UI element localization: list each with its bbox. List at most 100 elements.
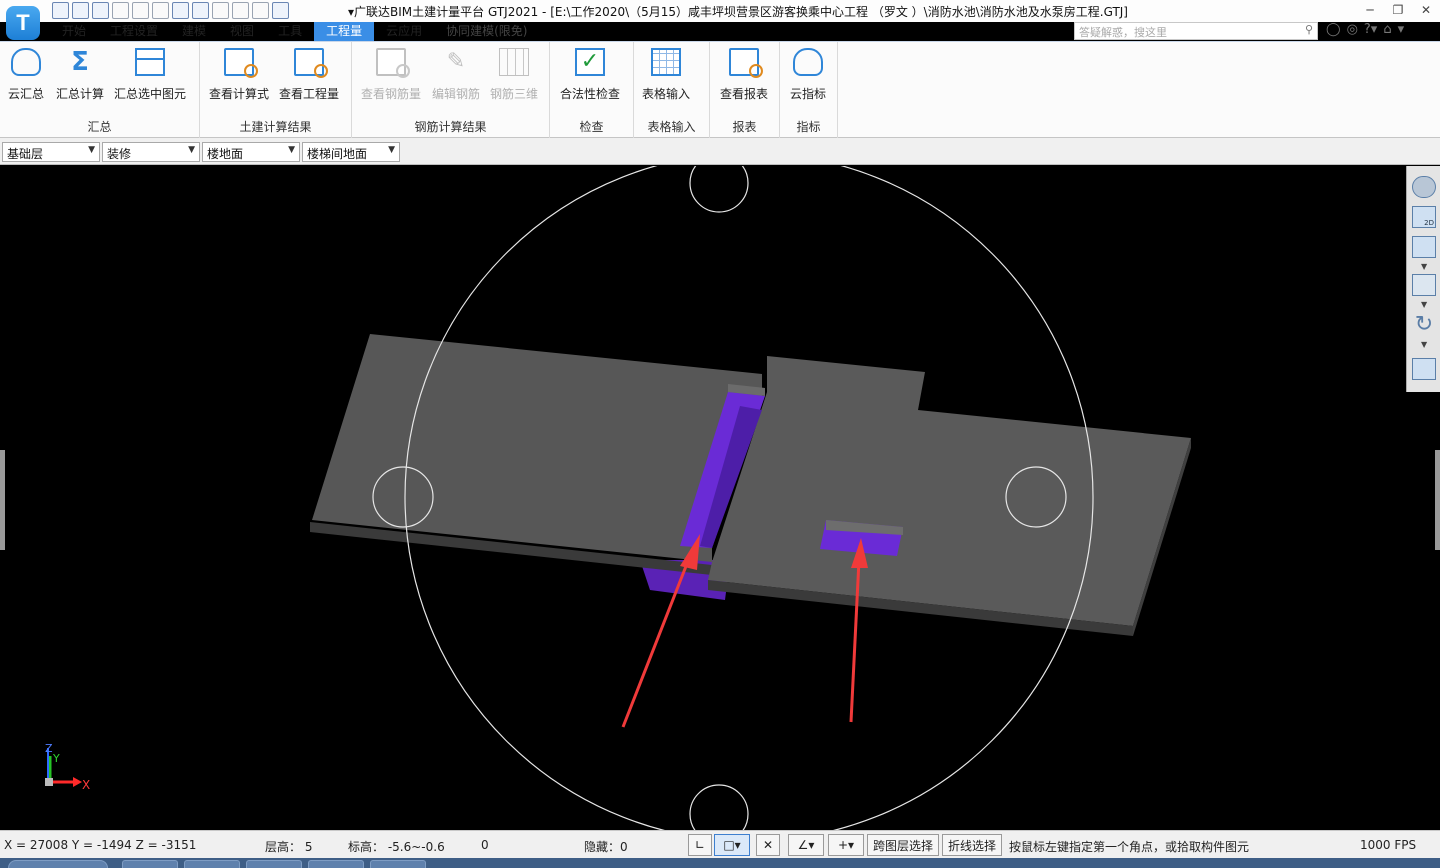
view-formula-label: 查看计算式 <box>209 87 270 101</box>
redo-icon[interactable] <box>132 2 149 19</box>
chevron-down-icon[interactable]: ▼ <box>1421 300 1427 309</box>
chevron-down-icon[interactable]: ▼ <box>1421 262 1427 271</box>
user-tools: ◯ ◎ ?▾ ⌂ ▾ <box>1326 22 1404 37</box>
category-select[interactable]: 装修 ▼ <box>102 142 200 162</box>
more-icon[interactable]: ▾ <box>1398 22 1405 37</box>
group-label-table-input: 表格输入 <box>647 120 696 134</box>
3d-viewport[interactable]: Z Y X 2D ▼ ▼ ↻ ▼ <box>0 166 1440 830</box>
search-icon[interactable]: ⚲ <box>1305 23 1313 36</box>
view-formula-button[interactable]: 查看计算式 <box>209 48 269 102</box>
tab-modeling[interactable]: 建模 <box>170 22 218 41</box>
view-quantity-button[interactable]: 查看工程量 <box>279 48 339 102</box>
layer-panel-icon[interactable] <box>1412 358 1436 380</box>
sigma-icon: Σ <box>71 47 89 77</box>
status-bar: X = 27008 Y = -1494 Z = -3151 层高： 5 标高： … <box>0 830 1440 858</box>
select-mode-icon[interactable]: □▾ <box>714 834 750 856</box>
model-canvas[interactable]: Z Y X <box>0 166 1440 830</box>
validity-check-button[interactable]: ✓ 合法性检查 <box>560 48 620 102</box>
group-label-civil-results: 土建计算结果 <box>239 120 312 134</box>
tab-start[interactable]: 开始 <box>50 22 98 41</box>
taskbar-app[interactable] <box>122 860 178 868</box>
table-input-button[interactable]: 表格输入 <box>642 48 690 102</box>
instance-select-value: 楼梯间地面 <box>307 147 368 161</box>
3d-view-icon[interactable] <box>1412 236 1436 258</box>
tab-view[interactable]: 视图 <box>218 22 266 41</box>
edit-rebar-button[interactable]: ✎ 编辑钢筋 <box>432 48 480 102</box>
chevron-down-icon: ▼ <box>388 145 395 155</box>
orbit-handle-bottom[interactable] <box>689 784 749 830</box>
user-avatar-icon[interactable]: ◯ <box>1326 22 1341 37</box>
chevron-down-icon[interactable]: ▼ <box>1421 340 1427 349</box>
group-label-index: 指标 <box>796 120 821 134</box>
tab-cloud-apps[interactable]: 云应用 <box>374 22 434 41</box>
report-quick-icon[interactable] <box>272 2 289 19</box>
rebar3d-quick-icon[interactable] <box>252 2 269 19</box>
tab-tools[interactable]: 工具 <box>266 22 314 41</box>
floor-select[interactable]: 基础层 ▼ <box>2 142 100 162</box>
angle-snap-icon[interactable]: ∠▾ <box>788 834 824 856</box>
ribbon-group-check: ✓ 合法性检查 检查 <box>550 42 634 138</box>
axis-x-arrowhead <box>73 777 82 787</box>
taskbar-app[interactable] <box>246 860 302 868</box>
summary-calc-button[interactable]: Σ 汇总计算 <box>56 48 104 102</box>
edit-quick-icon[interactable] <box>232 2 249 19</box>
group-label-rebar-results: 钢筋计算结果 <box>414 120 487 134</box>
help-search-placeholder: 答疑解惑，搜这里 <box>1079 26 1167 39</box>
support-icon[interactable]: ◎ <box>1347 22 1358 37</box>
sum-icon[interactable] <box>152 2 169 19</box>
view-report-label: 查看报表 <box>720 87 769 101</box>
rotate-icon[interactable]: ↻ <box>1412 314 1436 336</box>
cloud-index-button[interactable]: 云指标 <box>790 48 826 102</box>
open-folder-icon[interactable] <box>72 2 89 19</box>
rebar-quick-icon[interactable] <box>212 2 229 19</box>
group-label-summary: 汇总 <box>87 120 112 134</box>
save-icon[interactable] <box>92 2 109 19</box>
cross-layer-select-button[interactable]: 跨图层选择 <box>867 834 940 856</box>
snap-mode-icon[interactable]: +▾ <box>828 834 864 856</box>
box-view-icon[interactable] <box>1412 274 1436 296</box>
elevation: 标高： -5.6~-0.6 <box>348 840 445 854</box>
validity-check-label: 合法性检查 <box>560 87 621 101</box>
table-input-label: 表格输入 <box>642 87 691 101</box>
view-calc-icon[interactable] <box>172 2 189 19</box>
tab-collaborative-modeling[interactable]: 协同建模(限免) <box>434 22 539 41</box>
restore-button[interactable]: ❐ <box>1384 0 1412 20</box>
2d-view-icon[interactable]: 2D <box>1412 206 1436 228</box>
polyline-select-button[interactable]: 折线选择 <box>942 834 1003 856</box>
tab-project-settings[interactable]: 工程设置 <box>98 22 170 41</box>
view-quantity-icon[interactable] <box>192 2 209 19</box>
taskbar-app[interactable] <box>184 860 240 868</box>
view-rebar-quantity-button[interactable]: 查看钢筋量 <box>361 48 421 102</box>
cross-select-icon[interactable]: ✕ <box>756 834 780 856</box>
taskbar-app[interactable] <box>370 860 426 868</box>
help-search-input[interactable]: 答疑解惑，搜这里 ⚲ <box>1074 22 1318 40</box>
tab-quantities[interactable]: 工程量 <box>314 22 375 41</box>
rebar-3d-button[interactable]: 钢筋三维 <box>490 48 538 102</box>
app-logo-icon[interactable]: T <box>6 6 40 40</box>
close-button[interactable]: ✕ <box>1412 0 1440 20</box>
taskbar-app[interactable] <box>308 860 364 868</box>
orbit-sphere-icon[interactable] <box>1412 176 1436 198</box>
cloud-summary-button[interactable]: 云汇总 <box>8 48 44 102</box>
start-button[interactable] <box>8 860 108 868</box>
main-menu: 开始 工程设置 建模 视图 工具 工程量 云应用 协同建模(限免) <box>0 22 1070 41</box>
component-select[interactable]: 楼地面 ▼ <box>202 142 300 162</box>
undo-icon[interactable] <box>112 2 129 19</box>
ortho-icon[interactable]: ∟ <box>688 834 712 856</box>
component-select-value: 楼地面 <box>207 147 244 161</box>
right-slab-top[interactable] <box>708 356 1191 626</box>
view-toolbar: 2D ▼ ▼ ↻ ▼ <box>1406 166 1440 392</box>
left-panel-toggle[interactable] <box>0 450 5 550</box>
new-file-icon[interactable] <box>52 2 69 19</box>
axis-x-label: X <box>82 778 90 792</box>
minimize-button[interactable]: ─ <box>1356 0 1384 20</box>
help-icon[interactable]: ?▾ <box>1364 22 1377 37</box>
summary-selected-button[interactable]: 汇总选中图元 <box>114 48 186 102</box>
right-panel-toggle[interactable] <box>1435 450 1440 550</box>
pin-icon[interactable]: ⌂ <box>1383 22 1391 37</box>
instance-select[interactable]: 楼梯间地面 ▼ <box>302 142 400 162</box>
orbit-handle-top[interactable] <box>689 166 749 213</box>
view-report-button[interactable]: 查看报表 <box>720 48 768 102</box>
cloud-index-icon <box>793 48 823 76</box>
floor-height: 层高： 5 <box>265 840 313 854</box>
